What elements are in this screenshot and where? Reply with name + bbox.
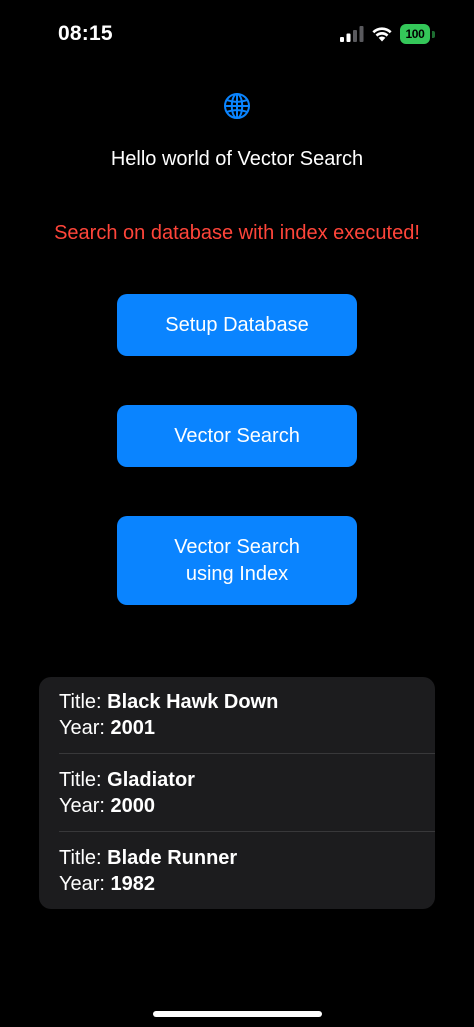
battery-cap [432, 31, 435, 38]
title-label: Title: [59, 691, 102, 713]
year-label: Year: [59, 795, 105, 817]
movie-year: 1982 [110, 873, 156, 895]
list-item: Title: Black Hawk Down Year: 2001 [59, 689, 435, 767]
status-time: 08:15 [58, 22, 113, 45]
movie-title: Gladiator [107, 769, 195, 791]
year-line: Year: 1982 [59, 871, 435, 897]
results-list: Title: Black Hawk Down Year: 2001 Title:… [39, 677, 435, 909]
setup-database-button[interactable]: Setup Database [117, 294, 357, 356]
movie-year: 2000 [110, 795, 156, 817]
globe-icon [224, 93, 250, 119]
year-line: Year: 2001 [59, 715, 435, 741]
row-divider [59, 831, 435, 832]
list-item: Title: Blade Runner Year: 1982 [59, 845, 435, 923]
title-label: Title: [59, 847, 102, 869]
status-message: Search on database with index executed! [54, 222, 420, 244]
vector-search-index-label-line1: Vector Search [174, 535, 300, 558]
status-bar: 08:15 100 [0, 0, 474, 70]
battery-level: 100 [400, 24, 430, 44]
list-item: Title: Gladiator Year: 2000 [59, 767, 435, 845]
title-line: Title: Blade Runner [59, 845, 435, 871]
movie-title: Blade Runner [107, 847, 238, 869]
year-label: Year: [59, 717, 105, 739]
row-divider [59, 753, 435, 754]
title-line: Title: Gladiator [59, 767, 435, 793]
vector-search-button[interactable]: Vector Search [117, 405, 357, 467]
vector-search-label: Vector Search [174, 424, 300, 447]
signal-icon [340, 26, 364, 42]
movie-title: Black Hawk Down [107, 691, 279, 713]
setup-database-label: Setup Database [165, 313, 309, 336]
movie-year: 2001 [110, 717, 156, 739]
greeting-text: Hello world of Vector Search [110, 148, 364, 170]
home-indicator[interactable] [153, 1011, 322, 1017]
vector-search-index-button[interactable]: Vector Search using Index [117, 516, 357, 605]
title-line: Title: Black Hawk Down [59, 689, 435, 715]
wifi-icon [372, 27, 392, 42]
vector-search-index-label-line2: using Index [185, 562, 289, 585]
battery-icon: 100 [400, 24, 436, 44]
title-label: Title: [59, 769, 102, 791]
year-line: Year: 2000 [59, 793, 435, 819]
year-label: Year: [59, 873, 105, 895]
